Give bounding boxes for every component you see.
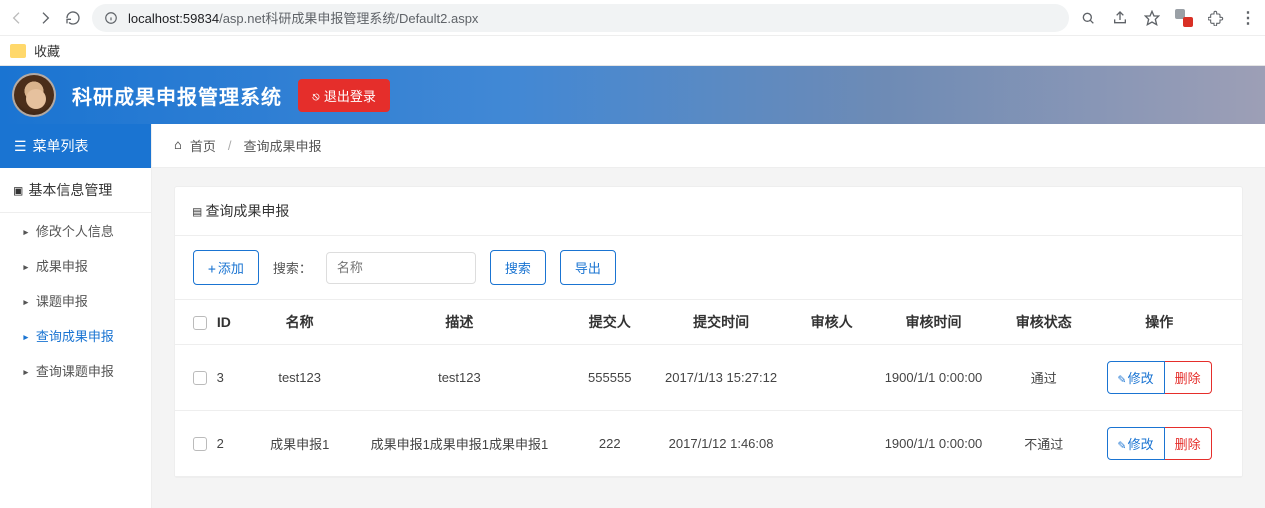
table-column-header: 提交人 <box>574 300 645 345</box>
cell-name: 成果申报1 <box>255 411 344 477</box>
more-vert-icon[interactable]: ⋮ <box>1239 9 1257 27</box>
nav-forward-icon[interactable] <box>36 9 54 27</box>
cell-name: test123 <box>255 345 344 411</box>
cell-reviewer <box>797 345 866 411</box>
menu-item-icon: ▸ <box>22 260 30 275</box>
sidebar-item[interactable]: ▸课题申报 <box>0 283 151 318</box>
extensions-puzzle-icon[interactable] <box>1207 9 1225 27</box>
sidebar-item[interactable]: ▸成果申报 <box>0 248 151 283</box>
cell-status: 通过 <box>1001 345 1087 411</box>
edit-button[interactable]: ✎修改 <box>1107 361 1165 394</box>
avatar[interactable] <box>12 73 56 117</box>
breadcrumb: ⌂ 首页 / 查询成果申报 <box>152 124 1265 168</box>
search-input[interactable] <box>326 252 476 284</box>
address-bar[interactable]: localhost:59834/asp.net科研成果申报管理系统/Defaul… <box>92 4 1069 32</box>
table-column-header: 操作 <box>1087 300 1243 345</box>
table-column-header: 审核人 <box>797 300 866 345</box>
cell-desc: 成果申报1成果申报1成果申报1 <box>344 411 574 477</box>
row-checkbox[interactable] <box>193 437 207 451</box>
cell-reviewer <box>797 411 866 477</box>
sidebar-item[interactable]: ▸修改个人信息 <box>0 213 151 248</box>
menu-item-icon: ▸ <box>22 225 30 240</box>
delete-button[interactable]: 删除 <box>1165 427 1212 460</box>
table-row: 2成果申报1成果申报1成果申报1成果申报12222017/1/12 1:46:0… <box>175 411 1242 477</box>
cell-review-time: 1900/1/1 0:00:00 <box>866 411 1001 477</box>
table-column-header: 审核时间 <box>866 300 1001 345</box>
nav-reload-icon[interactable] <box>64 9 82 27</box>
content-area: ⌂ 首页 / 查询成果申报 ▤查询成果申报 +添加 搜索： 搜索 导出 ID名称… <box>152 124 1265 508</box>
browser-toolbar: localhost:59834/asp.net科研成果申报管理系统/Defaul… <box>0 0 1265 36</box>
add-button[interactable]: +添加 <box>193 250 259 285</box>
group-icon: ▣ <box>14 183 22 199</box>
share-icon[interactable] <box>1111 9 1129 27</box>
bookmark-folder-label[interactable]: 收藏 <box>34 41 60 60</box>
sidebar-item[interactable]: ▸查询成果申报 <box>0 318 151 353</box>
menu-item-icon: ▸ <box>22 330 30 345</box>
menu-list-icon: ☰ <box>14 139 27 155</box>
menu-item-icon: ▸ <box>22 295 30 310</box>
home-icon: ⌂ <box>174 138 182 153</box>
export-button[interactable]: 导出 <box>560 250 616 285</box>
cell-desc: test123 <box>344 345 574 411</box>
row-checkbox[interactable] <box>193 371 207 385</box>
select-all-checkbox[interactable] <box>193 316 207 330</box>
menu-item-icon: ▸ <box>22 365 30 380</box>
logout-icon: ⎋ <box>312 90 320 105</box>
table-row: 3test123test1235555552017/1/13 15:27:121… <box>175 345 1242 411</box>
cell-submitter: 555555 <box>574 345 645 411</box>
panel-title: ▤查询成果申报 <box>175 187 1242 236</box>
plus-icon: + <box>208 262 216 277</box>
sidebar-item[interactable]: ▸查询课题申报 <box>0 353 151 388</box>
cell-review-time: 1900/1/1 0:00:00 <box>866 345 1001 411</box>
sidebar: ☰菜单列表 ▣基本信息管理 ▸修改个人信息▸成果申报▸课题申报▸查询成果申报▸查… <box>0 124 152 508</box>
logout-button[interactable]: ⎋退出登录 <box>298 79 390 112</box>
data-table: ID名称描述提交人提交时间审核人审核时间审核状态操作 3test123test1… <box>175 299 1242 477</box>
table-column-header: 提交时间 <box>645 300 797 345</box>
table-column-header: 审核状态 <box>1001 300 1087 345</box>
edit-button[interactable]: ✎修改 <box>1107 427 1165 460</box>
breadcrumb-home[interactable]: 首页 <box>190 136 216 155</box>
extension-icon[interactable] <box>1175 9 1193 27</box>
sidebar-header: ☰菜单列表 <box>0 124 151 168</box>
favorite-star-icon[interactable] <box>1143 9 1161 27</box>
bookmarks-bar: 收藏 <box>0 36 1265 66</box>
sidebar-group-header[interactable]: ▣基本信息管理 <box>0 168 151 213</box>
breadcrumb-current: 查询成果申报 <box>243 136 321 155</box>
cell-status: 不通过 <box>1001 411 1087 477</box>
url-text: localhost:59834/asp.net科研成果申报管理系统/Defaul… <box>128 8 478 27</box>
delete-button[interactable]: 删除 <box>1165 361 1212 394</box>
toolbar: +添加 搜索： 搜索 导出 <box>175 236 1242 299</box>
table-column-header: 名称 <box>255 300 344 345</box>
table-column-header: ID <box>175 300 255 345</box>
table-column-header: 描述 <box>344 300 574 345</box>
cell-submitter: 222 <box>574 411 645 477</box>
edit-icon: ✎ <box>1118 372 1126 387</box>
app-header: 科研成果申报管理系统 ⎋退出登录 <box>0 66 1265 124</box>
cell-submit-time: 2017/1/13 15:27:12 <box>645 345 797 411</box>
bookmark-folder-icon <box>10 44 26 58</box>
search-zoom-icon[interactable] <box>1079 9 1097 27</box>
nav-back-icon[interactable] <box>8 9 26 27</box>
cell-submit-time: 2017/1/12 1:46:08 <box>645 411 797 477</box>
panel-title-icon: ▤ <box>193 204 201 220</box>
breadcrumb-sep: / <box>228 138 232 153</box>
panel: ▤查询成果申报 +添加 搜索： 搜索 导出 ID名称描述提交人提交时间审核人审核… <box>174 186 1243 478</box>
site-info-icon[interactable] <box>104 11 118 25</box>
search-button[interactable]: 搜索 <box>490 250 546 285</box>
edit-icon: ✎ <box>1118 438 1126 453</box>
search-label: 搜索： <box>273 258 312 277</box>
brand-title: 科研成果申报管理系统 <box>72 81 282 110</box>
table-header-row: ID名称描述提交人提交时间审核人审核时间审核状态操作 <box>175 300 1242 345</box>
